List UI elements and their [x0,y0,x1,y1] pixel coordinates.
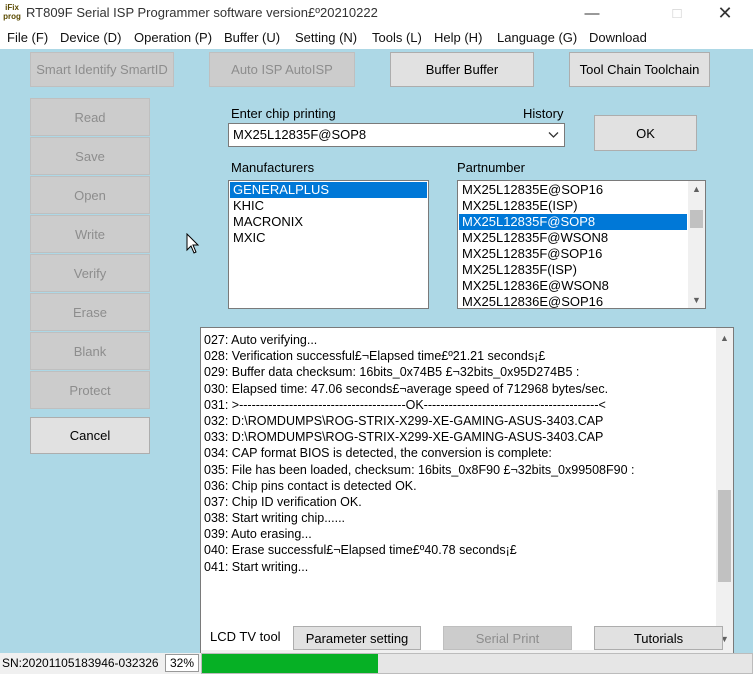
tutorials-button[interactable]: Tutorials [594,626,723,650]
parameter-setting-button[interactable]: Parameter setting [293,626,421,650]
log-vertical-scrollbar[interactable]: ▲ ▼ [716,328,733,650]
log-output: 027: Auto verifying... 028: Verification … [200,327,734,668]
status-bar: SN:20201105183946-032326 32% [0,653,753,674]
menu-language[interactable]: Language (G) [497,30,577,45]
manufacturers-label: Manufacturers [231,160,315,175]
progress-percent: 32% [165,654,199,672]
partnumber-item[interactable]: MX25L12836E@SOP16 [459,294,687,308]
log-line: 036: Chip pins contact is detected OK. [204,478,417,493]
auto-isp-button[interactable]: Auto ISP AutoISP [209,52,355,87]
history-label: History [523,106,564,121]
partnumber-item[interactable]: MX25L12835F(ISP) [459,262,687,278]
log-line: 029: Buffer data checksum: 16bits_0x74B5… [204,365,580,380]
log-line: 030: Elapsed time: 47.06 seconds£¬averag… [204,381,609,396]
close-icon: ✕ [717,3,733,23]
title-bar: iFix prog RT809F Serial ISP Programmer so… [0,0,753,27]
erase-button[interactable]: Erase [30,293,150,331]
log-line: 034: CAP format BIOS is detected, the co… [204,446,552,461]
cancel-button[interactable]: Cancel [30,417,150,454]
progress-fill [202,654,378,673]
partnumber-item[interactable]: MX25L12835E(ISP) [459,198,687,214]
partnumber-item[interactable]: MX25L12835E@SOP16 [459,182,687,198]
partnumber-label: Partnumber [457,160,525,175]
log-line: 028: Verification successful£¬Elapsed ti… [204,349,546,364]
partnumber-item[interactable]: MX25L12836E@WSON8 [459,278,687,294]
scrollbar-thumb[interactable] [690,210,703,228]
menu-download[interactable]: Download [589,30,647,45]
partnumber-item[interactable]: MX25L12835F@SOP16 [459,246,687,262]
tool-chain-button[interactable]: Tool Chain Toolchain [569,52,710,87]
log-lines: 027: Auto verifying... 028: Verification … [204,332,714,575]
log-line: 032: D:\ROMDUMPS\ROG-STRIX-X299-XE-GAMIN… [204,413,604,428]
menu-operation[interactable]: Operation (P) [134,30,212,45]
app-logo: iFix prog [3,3,21,21]
write-button[interactable]: Write [30,215,150,253]
chip-printing-value: MX25L12835F@SOP8 [233,127,367,142]
log-line: 039: Auto erasing... [204,527,312,542]
mouse-cursor-icon [186,233,200,254]
manufacturer-item[interactable]: MXIC [230,230,427,246]
minimize-button[interactable]: — [569,0,615,27]
manufacturer-item[interactable]: KHIC [230,198,427,214]
verify-button[interactable]: Verify [30,254,150,292]
chip-printing-label: Enter chip printing [231,106,336,121]
menu-help[interactable]: Help (H) [434,30,482,45]
scrollbar-thumb[interactable] [718,490,731,582]
log-line: 035: File has been loaded, checksum: 16b… [204,462,635,477]
smart-identify-button[interactable]: Smart Identify SmartID [30,52,174,87]
buffer-button[interactable]: Buffer Buffer [390,52,534,87]
manufacturer-item[interactable]: GENERALPLUS [230,182,427,198]
log-line: 033: D:\ROMDUMPS\ROG-STRIX-X299-XE-GAMIN… [204,430,604,445]
save-button[interactable]: Save [30,137,150,175]
partnumber-item[interactable]: MX25L12835F@WSON8 [459,230,687,246]
close-button[interactable]: ✕ [702,0,748,27]
menu-setting[interactable]: Setting (N) [295,30,357,45]
partnumber-item[interactable]: MX25L12835F@SOP8 [459,214,687,230]
blank-button[interactable]: Blank [30,332,150,370]
partnumber-scrollbar[interactable]: ▲ ▼ [688,181,705,308]
open-button[interactable]: Open [30,176,150,214]
log-line: 041: Start writing... [204,559,309,574]
menu-buffer[interactable]: Buffer (U) [224,30,280,45]
scroll-up-icon[interactable]: ▲ [688,184,705,194]
menu-file[interactable]: File (F) [7,30,48,45]
chevron-down-icon[interactable] [548,131,559,139]
serial-print-button[interactable]: Serial Print [443,626,572,650]
menu-device[interactable]: Device (D) [60,30,121,45]
maximize-button[interactable]: □ [654,0,700,27]
main-panel: Smart Identify SmartID Auto ISP AutoISP … [0,49,753,668]
serial-number: SN:20201105183946-032326 [2,656,159,670]
log-line: 038: Start writing chip...... [204,511,346,526]
progress-bar [201,653,753,674]
read-button[interactable]: Read [30,98,150,136]
manufacturer-item[interactable]: MACRONIX [230,214,427,230]
partnumber-list: MX25L12835E@SOP16 MX25L12835E(ISP) MX25L… [457,180,706,309]
log-line: 040: Erase successful£¬Elapsed time£º40.… [204,543,517,558]
maximize-icon: □ [672,5,682,22]
chip-printing-combobox[interactable]: MX25L12835F@SOP8 [228,123,565,147]
minimize-icon: — [584,5,600,22]
menu-bar: File (F) Device (D) Operation (P) Buffer… [0,27,753,49]
log-line: 037: Chip ID verification OK. [204,494,362,509]
ok-button[interactable]: OK [594,115,697,151]
scroll-up-icon[interactable]: ▲ [716,333,733,343]
manufacturers-list: GENERALPLUS KHIC MACRONIX MXIC [228,180,429,309]
window-title: RT809F Serial ISP Programmer software ve… [26,5,378,20]
menu-tools[interactable]: Tools (L) [372,30,422,45]
scroll-down-icon[interactable]: ▼ [688,295,705,305]
log-line: 027: Auto verifying... [204,333,318,347]
protect-button[interactable]: Protect [30,371,150,409]
lcd-tv-tool-label[interactable]: LCD TV tool [210,629,281,644]
log-line: 031: >----------------------------------… [204,397,606,412]
